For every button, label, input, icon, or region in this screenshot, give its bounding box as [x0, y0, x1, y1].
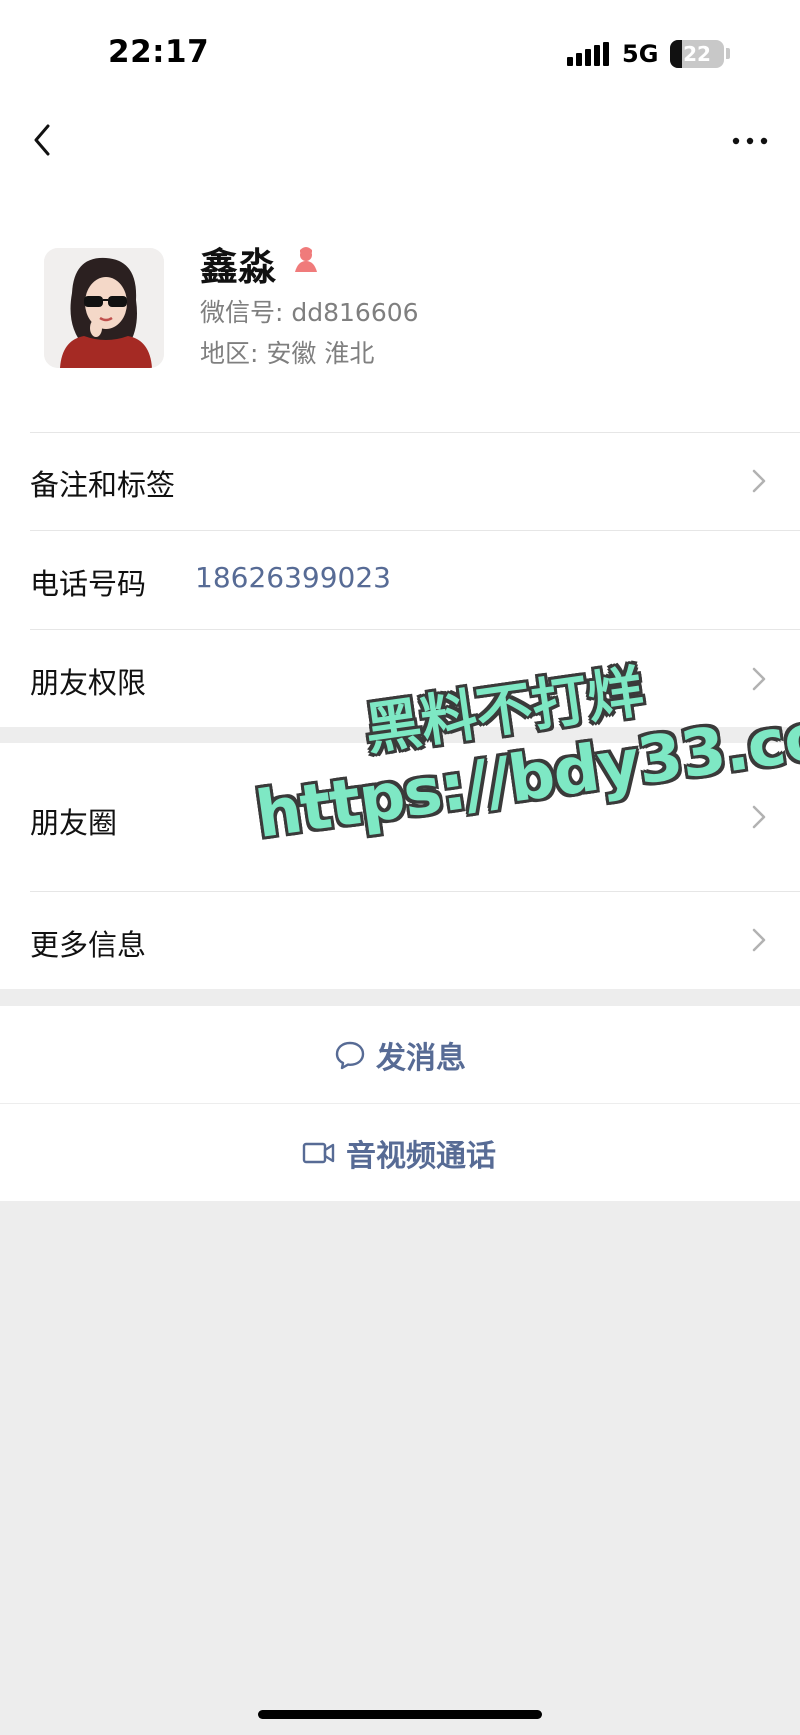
row-phone: 电话号码 18626399023 [0, 530, 800, 628]
video-call-button[interactable]: 音视频通话 [0, 1104, 800, 1201]
chevron-right-icon [752, 928, 766, 952]
chat-bubble-icon [335, 1041, 365, 1069]
video-camera-icon [302, 1142, 335, 1163]
row-label: 朋友圈 [30, 806, 118, 840]
row-label: 备注和标签 [30, 468, 176, 502]
home-indicator[interactable] [258, 1710, 542, 1719]
row-label: 朋友权限 [30, 666, 147, 700]
battery-icon: 22 [670, 40, 724, 68]
profile-page: 22:17 5G 22 鑫淼 微信号: dd816606 地区: 安徽 淮北 备… [0, 0, 800, 1735]
row-label: 更多信息 [30, 928, 147, 962]
row-label: 电话号码 [30, 567, 147, 601]
network-type: 5G [622, 40, 659, 68]
contact-name: 鑫淼 [200, 245, 277, 289]
status-time: 22:17 [108, 34, 210, 70]
battery-level: 22 [683, 42, 711, 66]
avatar[interactable] [44, 248, 164, 368]
video-call-content: 音视频通话 [302, 1104, 496, 1201]
send-message-content: 发消息 [334, 1006, 466, 1103]
more-dots-icon [732, 137, 768, 145]
wechat-id: 微信号: dd816606 [200, 298, 419, 327]
region: 地区: 安徽 淮北 [200, 339, 375, 368]
send-message-button[interactable]: 发消息 [0, 1006, 800, 1103]
signal-icon [567, 42, 609, 66]
video-call-label: 音视频通话 [346, 1138, 496, 1174]
battery-tip [726, 48, 730, 59]
profile-header: 22:17 5G 22 鑫淼 微信号: dd816606 地区: 安徽 淮北 [0, 0, 800, 432]
row-more-info[interactable]: 更多信息 [0, 891, 800, 989]
phone-number-link[interactable]: 18626399023 [195, 561, 391, 594]
status-bar: 22:17 5G 22 [0, 0, 800, 100]
female-icon [290, 244, 322, 276]
row-remark-and-tags[interactable]: 备注和标签 [0, 432, 800, 530]
more-options-button[interactable] [728, 126, 772, 156]
chevron-right-icon [752, 469, 766, 493]
back-button[interactable] [22, 118, 66, 162]
chevron-left-icon [34, 124, 50, 156]
send-message-label: 发消息 [376, 1040, 466, 1076]
